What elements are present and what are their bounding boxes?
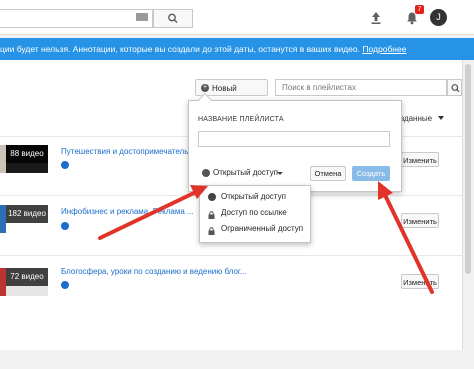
lock-icon xyxy=(208,209,215,219)
globe-icon xyxy=(208,193,216,201)
search-icon xyxy=(451,84,460,93)
chevron-down-icon xyxy=(277,172,283,175)
edit-playlist-button[interactable]: Изменить xyxy=(401,274,439,289)
upload-icon[interactable] xyxy=(368,10,384,26)
info-banner: ции будет нельзя. Аннотации, которые вы … xyxy=(0,38,474,60)
globe-icon xyxy=(202,169,210,177)
search-icon xyxy=(168,13,178,23)
cancel-button[interactable]: Отмена xyxy=(310,166,346,181)
create-button[interactable]: Создать xyxy=(352,166,390,181)
playlist-thumbnail[interactable]: 182 видео xyxy=(0,205,48,233)
edit-playlist-button[interactable]: Изменить xyxy=(401,152,439,167)
plus-icon: + xyxy=(201,84,209,92)
menu-item-label: Ограниченный доступ xyxy=(221,224,304,233)
playlist-thumbnail[interactable]: 72 видео xyxy=(0,268,48,296)
video-count: 72 видео xyxy=(6,268,48,286)
playlist-search-input[interactable]: Поиск в плейлистах xyxy=(275,79,447,96)
menu-item-label: Доступ по ссылке xyxy=(221,208,287,217)
playlist-title[interactable]: Путешествия и достопримечатель xyxy=(61,147,188,156)
playlist-title[interactable]: Блогосфера, уроки по созданию и ведению … xyxy=(61,267,247,276)
row-divider xyxy=(0,255,462,256)
chevron-down-icon xyxy=(438,116,445,120)
menu-item-public[interactable]: Открытый доступ xyxy=(200,189,310,205)
banner-learn-more-link[interactable]: Подробнее xyxy=(362,44,406,54)
video-count: 182 видео xyxy=(6,205,48,223)
search-input[interactable] xyxy=(0,9,153,28)
playlist-title[interactable]: Инфобизнес и реклама. Реклама ... xyxy=(61,207,194,216)
avatar[interactable]: J xyxy=(430,9,447,26)
privacy-menu: Открытый доступ Доступ по ссылке Огранич… xyxy=(199,185,311,243)
banner-text: ции будет нельзя. Аннотации, которые вы … xyxy=(0,44,360,54)
privacy-label: Открытый доступ xyxy=(213,168,278,177)
playlist-thumbnail[interactable]: 88 видео xyxy=(0,145,48,173)
globe-icon xyxy=(61,281,69,289)
video-count: 88 видео xyxy=(6,145,48,163)
privacy-dropdown[interactable]: Открытый доступ xyxy=(196,165,286,181)
menu-item-private[interactable]: Ограниченный доступ xyxy=(200,221,310,237)
menu-item-label: Открытый доступ xyxy=(221,192,286,201)
playlist-search-button[interactable] xyxy=(447,79,462,96)
playlist-name-input[interactable] xyxy=(198,131,390,147)
lock-icon xyxy=(208,225,215,235)
edit-playlist-button[interactable]: Изменить xyxy=(401,213,439,228)
keyboard-icon[interactable] xyxy=(136,13,148,21)
notification-badge: 7 xyxy=(415,5,424,14)
page-background xyxy=(0,350,474,369)
globe-icon xyxy=(61,222,69,230)
scrollbar-thumb[interactable] xyxy=(465,64,471,274)
playlist-name-label: НАЗВАНИЕ ПЛЕЙЛИСТА xyxy=(198,116,284,123)
globe-icon xyxy=(61,161,69,169)
search-button[interactable] xyxy=(153,9,193,28)
menu-item-unlisted[interactable]: Доступ по ссылке xyxy=(200,205,310,221)
